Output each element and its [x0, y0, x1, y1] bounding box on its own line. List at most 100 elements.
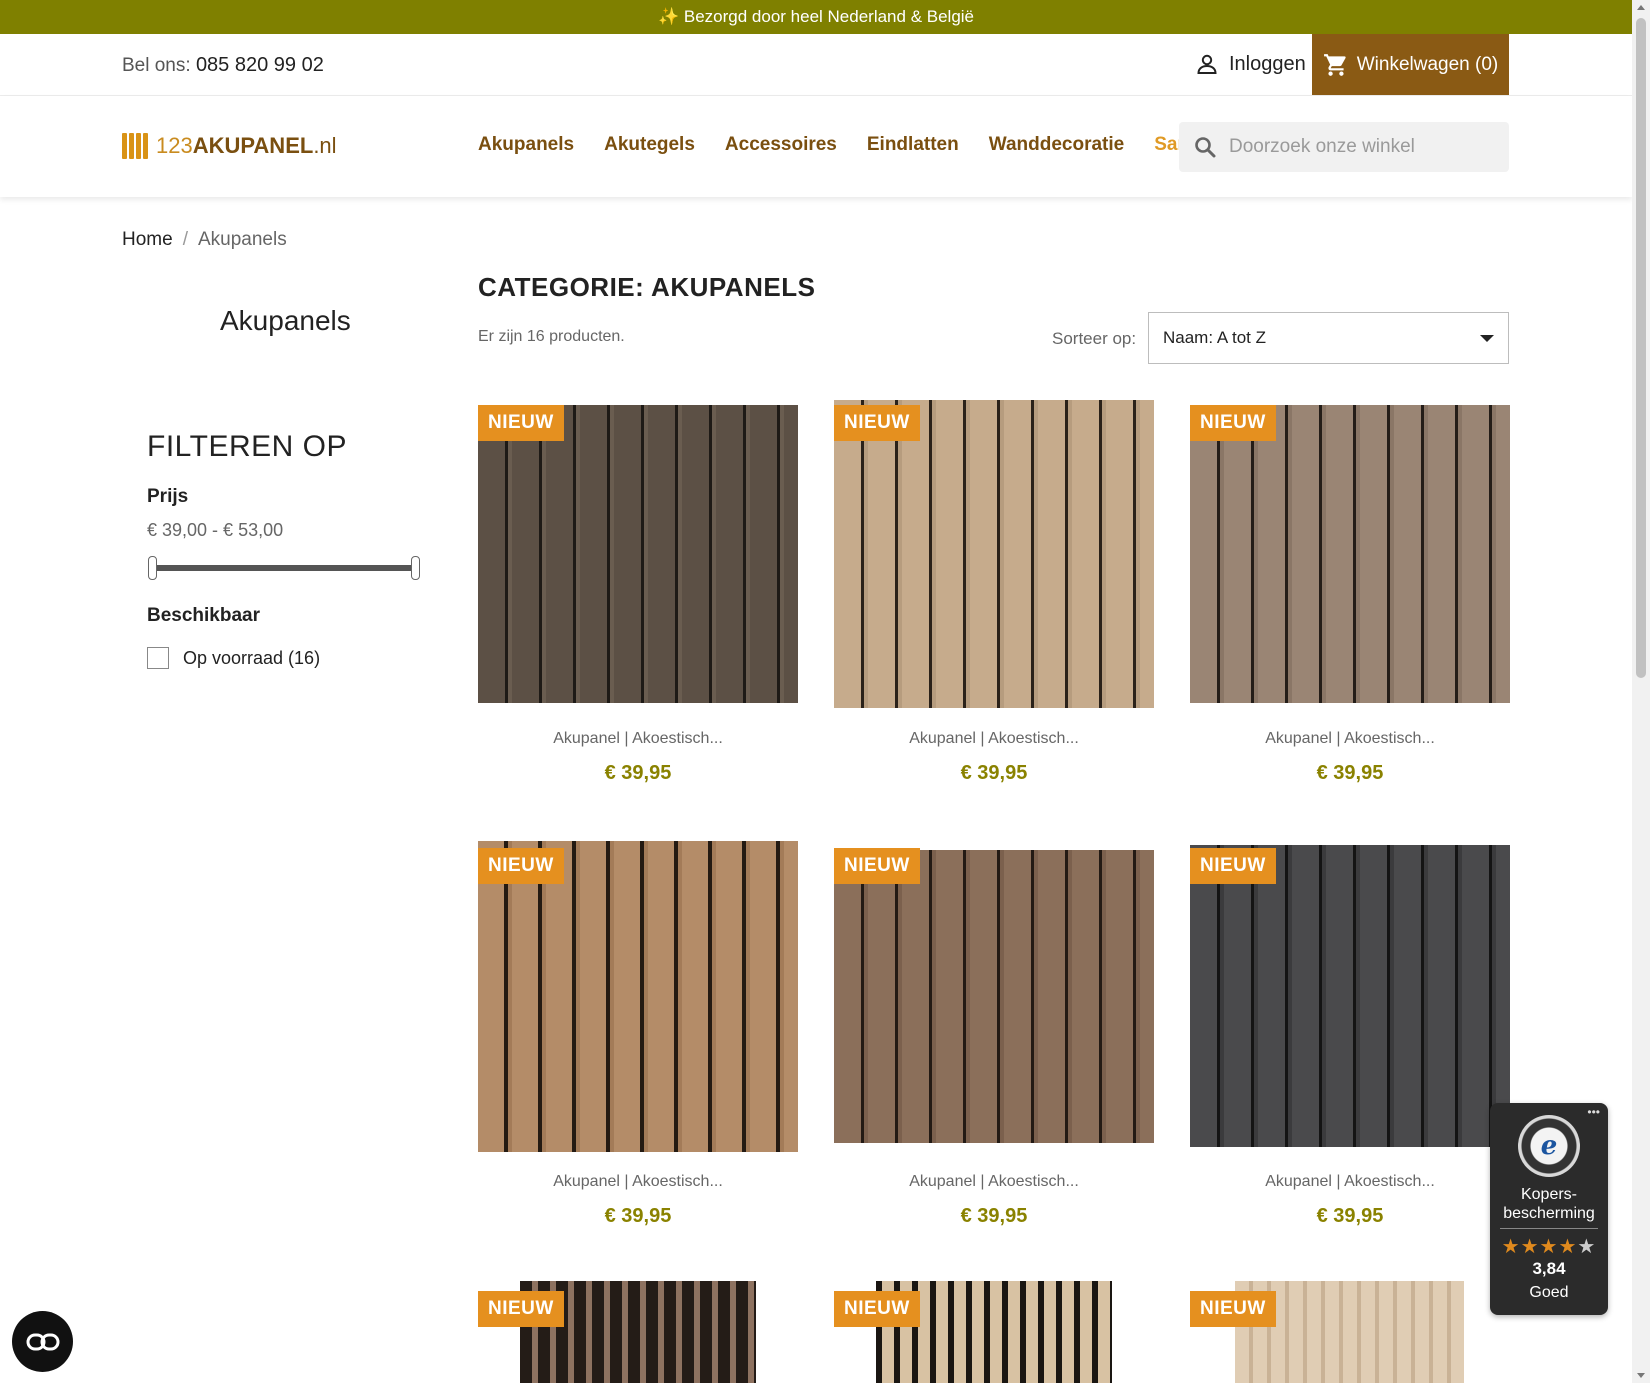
nav-item-accessoires[interactable]: Accessoires — [725, 134, 837, 156]
divider — [1500, 1228, 1598, 1229]
user-icon — [1197, 54, 1217, 74]
product-name[interactable]: Akupanel | Akoestisch... — [834, 1173, 1154, 1191]
scroll-up-icon[interactable] — [1637, 5, 1645, 10]
login-link[interactable]: Inloggen — [1195, 52, 1306, 76]
product-image[interactable] — [834, 400, 1154, 708]
accessibility-button[interactable] — [12, 1311, 73, 1372]
product-name[interactable]: Akupanel | Akoestisch... — [834, 730, 1154, 748]
page-scrollbar[interactable] — [1632, 0, 1650, 1383]
rating-grade: Goed — [1529, 1284, 1569, 1301]
product-name[interactable]: Akupanel | Akoestisch... — [478, 1173, 798, 1191]
in-stock-label: Op voorraad (16) — [183, 647, 321, 668]
star-icon: ★ — [1501, 1236, 1521, 1258]
price-slider-handle-max[interactable] — [411, 556, 420, 580]
sort-value: Naam: A tot Z — [1163, 328, 1266, 347]
product-card[interactable]: NIEUW Akupanel | Akoestisch... € 39,95 — [834, 400, 1154, 800]
product-card[interactable]: NIEUW — [834, 1281, 1154, 1383]
price-slider-handle-min[interactable] — [148, 556, 157, 580]
product-card[interactable]: NIEUW — [1190, 1281, 1510, 1383]
price-range-text: € 39,00 - € 53,00 — [147, 520, 284, 540]
price-slider-track — [152, 565, 416, 571]
in-stock-filter[interactable]: Op voorraad (16) — [147, 647, 320, 669]
more-icon[interactable]: ••• — [1587, 1105, 1600, 1119]
product-name[interactable]: Akupanel | Akoestisch... — [1190, 730, 1510, 748]
breadcrumb: Home / Akupanels — [122, 229, 287, 251]
breadcrumb-home[interactable]: Home — [122, 229, 173, 250]
star-icon: ★ — [1539, 1236, 1559, 1258]
logo-mark — [122, 133, 148, 159]
product-price: € 39,95 — [960, 1205, 1028, 1227]
buyer-protection-label: Kopers-bescherming — [1503, 1186, 1595, 1222]
star-icon: ★ — [1558, 1236, 1578, 1258]
product-card[interactable]: NIEUW — [478, 1281, 798, 1383]
logo-brand: AKUPANEL — [192, 133, 314, 158]
product-image[interactable] — [834, 850, 1154, 1143]
product-card[interactable]: NIEUW Akupanel | Akoestisch... € 39,95 — [1190, 400, 1510, 800]
logo-prefix: 123 — [156, 133, 193, 158]
new-badge: NIEUW — [834, 1291, 920, 1327]
search-bar[interactable] — [1179, 122, 1509, 172]
product-image[interactable] — [1190, 845, 1510, 1147]
product-price: € 39,95 — [960, 762, 1028, 784]
availability-filter-label: Beschikbaar — [147, 605, 261, 626]
product-price: € 39,95 — [604, 762, 672, 784]
sort-label: Sorteer op: — [1052, 329, 1137, 348]
search-icon[interactable] — [1193, 135, 1217, 159]
product-price: € 39,95 — [1316, 762, 1384, 784]
cart-label: Winkelwagen (0) — [1356, 53, 1499, 75]
login-label: Inloggen — [1229, 52, 1306, 75]
phone-info: Bel ons: 085 820 99 02 — [122, 54, 324, 77]
new-badge: NIEUW — [1190, 1291, 1276, 1327]
scrollbar-thumb[interactable] — [1636, 18, 1646, 678]
page-title: CATEGORIE: AKUPANELS — [478, 272, 816, 302]
phone-label: Bel ons: — [122, 55, 191, 76]
product-price: € 39,95 — [1316, 1205, 1384, 1227]
filter-title: FILTEREN OP — [147, 430, 347, 463]
site-logo[interactable]: 123 AKUPANEL .nl — [122, 133, 337, 159]
new-badge: NIEUW — [478, 848, 564, 884]
new-badge: NIEUW — [478, 405, 564, 441]
nav-item-akutegels[interactable]: Akutegels — [604, 134, 695, 156]
sidebar-category-title: Akupanels — [220, 305, 351, 336]
cart-button[interactable]: Winkelwagen (0) — [1312, 34, 1509, 95]
top-bar: Bel ons: 085 820 99 02 Inloggen Winkelwa… — [0, 34, 1632, 96]
product-card[interactable]: NIEUW Akupanel | Akoestisch... € 39,95 — [1190, 843, 1510, 1243]
nav-item-akupanels[interactable]: Akupanels — [478, 134, 574, 156]
product-card[interactable]: NIEUW Akupanel | Akoestisch... € 39,95 — [478, 841, 798, 1243]
main-header: 123 AKUPANEL .nl Akupanels Akutegels Acces… — [0, 96, 1632, 197]
price-slider[interactable] — [148, 556, 420, 580]
in-stock-checkbox[interactable] — [147, 647, 169, 669]
product-card[interactable]: NIEUW Akupanel | Akoestisch... € 39,95 — [834, 843, 1154, 1243]
phone-number[interactable]: 085 820 99 02 — [196, 54, 324, 76]
trusted-shops-widget[interactable]: ••• e Kopers-bescherming ★★★★★ 3,84 Goed — [1490, 1103, 1608, 1315]
product-count: Er zijn 16 producten. — [478, 328, 625, 345]
promo-text: ✨ Bezorgd door heel Nederland & België — [657, 7, 975, 26]
new-badge: NIEUW — [1190, 405, 1276, 441]
star-icon: ★ — [1577, 1236, 1597, 1258]
trusted-shops-seal-icon: e — [1518, 1115, 1580, 1177]
star-icon: ★ — [1520, 1236, 1540, 1258]
breadcrumb-separator: / — [182, 229, 188, 250]
nav-item-eindlatten[interactable]: Eindlatten — [867, 134, 959, 156]
logo-suffix: .nl — [313, 133, 337, 158]
price-filter-label: Prijs — [147, 486, 189, 507]
product-image[interactable] — [478, 841, 798, 1152]
nav-item-wanddecoratie[interactable]: Wanddecoratie — [989, 134, 1125, 156]
accessibility-icon — [26, 1333, 59, 1350]
product-price: € 39,95 — [604, 1205, 672, 1227]
rating-stars: ★★★★★ — [1490, 1234, 1608, 1259]
product-name[interactable]: Akupanel | Akoestisch... — [1190, 1173, 1510, 1191]
new-badge: NIEUW — [834, 848, 920, 884]
sort-select[interactable]: Naam: A tot Z — [1148, 312, 1509, 364]
scroll-down-icon[interactable] — [1637, 1373, 1645, 1378]
cart-icon — [1323, 53, 1346, 76]
product-image[interactable] — [478, 405, 798, 703]
search-input[interactable] — [1229, 136, 1499, 158]
product-image[interactable] — [1190, 405, 1510, 703]
promo-bar: ✨ Bezorgd door heel Nederland & België — [0, 0, 1632, 34]
new-badge: NIEUW — [478, 1291, 564, 1327]
new-badge: NIEUW — [1190, 848, 1276, 884]
product-name[interactable]: Akupanel | Akoestisch... — [478, 730, 798, 748]
product-card[interactable]: NIEUW Akupanel | Akoestisch... € 39,95 — [478, 400, 798, 800]
main-nav: Akupanels Akutegels Accessoires Eindlatt… — [478, 134, 1249, 156]
